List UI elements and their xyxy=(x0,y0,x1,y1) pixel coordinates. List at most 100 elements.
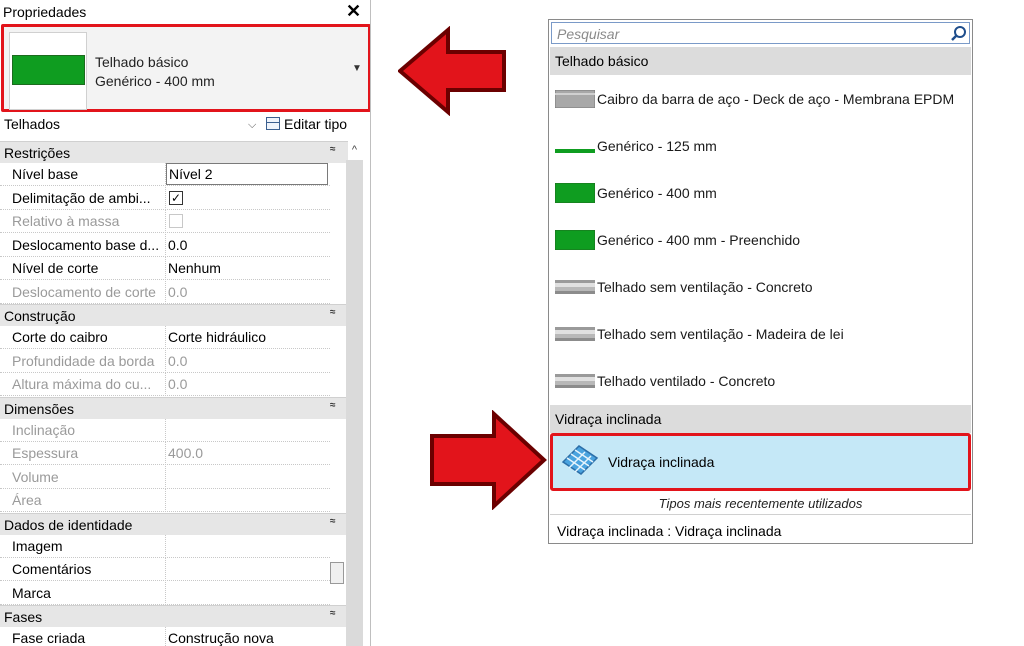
type-name-label: Genérico - 400 mm xyxy=(95,73,215,89)
checkbox[interactable]: ✓ xyxy=(169,190,183,205)
group-header[interactable]: Dimensões ≈ xyxy=(0,396,348,419)
property-value: 0.0 xyxy=(168,352,188,369)
property-row[interactable]: Comentários xyxy=(0,558,330,581)
type-list-item-label: Genérico - 400 mm xyxy=(597,185,717,201)
property-row[interactable]: Deslocamento base d... 0.0 xyxy=(0,233,330,257)
column-divider xyxy=(165,418,167,442)
property-value[interactable]: Construção nova xyxy=(168,630,274,646)
property-label: Deslocamento de corte xyxy=(12,283,156,300)
section-header-label: Vidraça inclinada xyxy=(555,411,662,427)
red-arrow-right-icon xyxy=(430,410,547,510)
properties-grid: Restrições ≈ Nível base Nível 2 Delimitação … xyxy=(0,141,348,646)
property-value[interactable]: Corte hidráulico xyxy=(168,329,266,345)
property-row[interactable]: Área xyxy=(0,489,330,512)
column-divider xyxy=(165,627,167,646)
roof-swatch-icon xyxy=(555,280,595,297)
edit-type-icon xyxy=(266,117,280,130)
collapse-icon[interactable]: ≈ xyxy=(330,144,336,155)
scrollbar-track[interactable] xyxy=(346,160,363,646)
search-input[interactable]: Pesquisar xyxy=(551,22,970,44)
roof-swatch-icon xyxy=(554,89,596,111)
property-label: Nível de corte xyxy=(12,260,99,276)
property-label: Comentários xyxy=(12,561,92,577)
type-list-item[interactable]: Telhado ventilado - Concreto xyxy=(550,358,971,405)
chevron-down-icon[interactable]: ⌵ xyxy=(248,119,256,132)
property-value: 0.0 xyxy=(168,283,188,300)
property-value-field[interactable]: Nível 2 xyxy=(166,163,328,185)
type-list-item[interactable]: Genérico - 125 mm xyxy=(550,123,971,170)
type-list-item-label: Telhado sem ventilação - Madeira de lei xyxy=(597,326,844,342)
property-row[interactable]: Delimitação de ambi... ✓ xyxy=(0,186,330,210)
property-row[interactable]: Fase criada Construção nova xyxy=(0,627,330,646)
type-selector[interactable]: Telhado básico Genérico - 400 mm ▼ xyxy=(1,24,370,112)
property-label: Espessura xyxy=(12,445,79,461)
scrollbar-thumb[interactable] xyxy=(330,562,344,584)
column-divider xyxy=(165,534,167,558)
group-title: Construção xyxy=(4,308,76,324)
property-label: Inclinação xyxy=(12,421,76,438)
section-header: Vidraça inclinada xyxy=(550,405,971,433)
property-row[interactable]: Imagem xyxy=(0,534,330,558)
edit-type-button[interactable]: Editar tipo xyxy=(266,116,347,132)
close-icon[interactable]: ✕ xyxy=(346,1,361,22)
group-header[interactable]: Fases ≈ xyxy=(0,605,348,627)
type-list-item[interactable]: Genérico - 400 mm - Preenchido xyxy=(550,217,971,264)
collapse-icon[interactable]: ≈ xyxy=(330,608,336,619)
scroll-up-icon[interactable]: ^ xyxy=(346,141,363,160)
property-row[interactable]: Corte do caibro Corte hidráulico xyxy=(0,326,330,349)
property-row[interactable]: Relativo à massa xyxy=(0,210,330,233)
checkbox[interactable] xyxy=(169,214,183,228)
property-row[interactable]: Deslocamento de corte 0.0 xyxy=(0,280,330,304)
type-dropdown-list: Pesquisar Telhado básico Caibro da barra … xyxy=(548,19,973,544)
type-family-label: Telhado básico xyxy=(95,54,189,70)
group-header[interactable]: Construção ≈ xyxy=(0,304,348,326)
property-label: Profundidade da borda xyxy=(12,352,155,369)
collapse-icon[interactable]: ≈ xyxy=(330,516,336,527)
type-list-item-label: Caibro da barra de aço - Deck de aço - M… xyxy=(597,91,955,107)
roof-swatch-icon xyxy=(554,229,596,253)
properties-panel: Propriedades ✕ Telhado básico Genérico -… xyxy=(0,0,371,646)
property-row[interactable]: Inclinação xyxy=(0,418,330,442)
type-list-item[interactable]: Caibro da barra de aço - Deck de aço - M… xyxy=(550,76,971,123)
panel-title: Propriedades xyxy=(3,4,87,20)
dropdown-arrow-icon[interactable]: ▼ xyxy=(352,63,362,74)
group-title: Dados de identidade xyxy=(4,516,133,533)
recent-type-item[interactable]: Vidraça inclinada : Vidraça inclinada xyxy=(557,523,781,539)
column-divider xyxy=(165,581,167,605)
property-label: Fase criada xyxy=(12,630,86,646)
type-list-item-label: Telhado sem ventilação - Concreto xyxy=(597,279,813,295)
roof-swatch-icon xyxy=(555,142,595,158)
type-list-item-selected[interactable]: Vidraça inclinada xyxy=(550,433,971,491)
property-value: 0.0 xyxy=(168,376,188,392)
type-list-item-label: Genérico - 125 mm xyxy=(597,138,717,154)
property-label: Imagem xyxy=(12,537,63,554)
category-filter[interactable]: Telhados xyxy=(4,116,260,136)
type-list-item[interactable]: Genérico - 400 mm xyxy=(550,170,971,217)
property-row[interactable]: Espessura 400.0 xyxy=(0,442,330,465)
property-label: Delimitação de ambi... xyxy=(12,189,151,206)
section-header-label: Telhado básico xyxy=(555,53,649,69)
property-label: Nível base xyxy=(12,166,79,182)
property-row[interactable]: Altura máxima do cu... 0.0 xyxy=(0,373,330,396)
group-title: Fases xyxy=(4,609,43,625)
property-row[interactable]: Marca xyxy=(0,581,330,605)
collapse-icon[interactable]: ≈ xyxy=(330,400,336,411)
property-row[interactable]: Nível base Nível 2 xyxy=(0,163,330,186)
property-row[interactable]: Profundidade da borda 0.0 xyxy=(0,349,330,373)
roof-swatch-icon xyxy=(555,327,595,344)
type-list-item-label: Vidraça inclinada xyxy=(608,454,715,470)
column-divider xyxy=(165,326,167,349)
type-list-item[interactable]: Telhado sem ventilação - Concreto xyxy=(550,264,971,311)
property-row[interactable]: Volume xyxy=(0,465,330,489)
search-icon[interactable] xyxy=(950,25,968,43)
group-title: Dimensões xyxy=(4,400,75,417)
type-list-item[interactable]: Telhado sem ventilação - Madeira de lei xyxy=(550,311,971,358)
collapse-icon[interactable]: ≈ xyxy=(330,307,336,318)
group-header[interactable]: Restrições ≈ xyxy=(0,141,348,163)
column-divider xyxy=(165,257,167,280)
column-divider xyxy=(165,233,167,257)
property-row[interactable]: Nível de corte Nenhum xyxy=(0,257,330,280)
property-value[interactable]: Nenhum xyxy=(168,260,221,276)
group-header[interactable]: Dados de identidade ≈ xyxy=(0,512,348,535)
property-value[interactable]: 0.0 xyxy=(168,237,187,253)
